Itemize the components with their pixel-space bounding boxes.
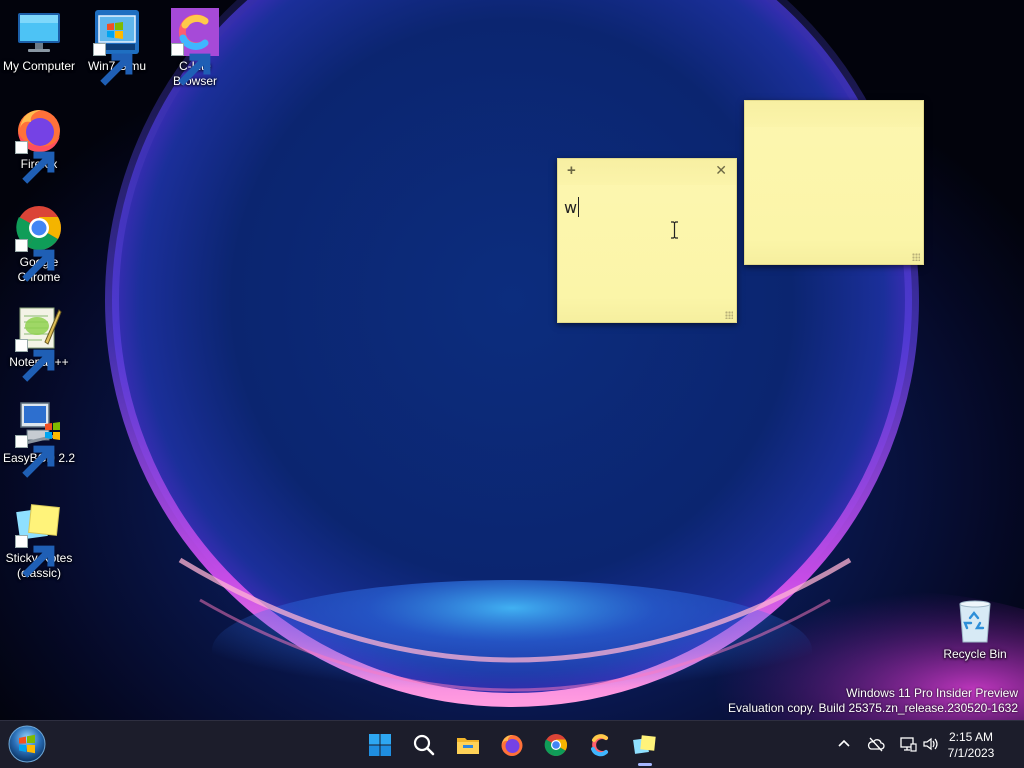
clock-date: 7/1/2023 [947,746,995,760]
sticky-note-1[interactable]: + ✕ w [557,158,737,323]
taskbar-chrome-button[interactable] [540,729,572,761]
file-explorer-icon [457,738,479,754]
sticky-notes-icon [633,735,656,754]
notepadpp-icon [15,304,63,382]
desktop-icon-label: Recycle Bin [943,647,1007,661]
monitor-icon [15,8,63,56]
firefox-icon [501,735,523,756]
chrome-icon [544,734,567,756]
text-caret [578,197,580,217]
easybcd-icon [15,400,63,478]
desktop[interactable]: My Computer Win7 Simu C-Lite Browser Fir… [0,0,1024,768]
shortcut-arrow-icon [15,535,55,578]
clite-browser-icon [171,8,219,86]
ibeam-cursor-icon [671,221,678,239]
shortcut-arrow-icon [15,141,55,184]
windows-watermark: Windows 11 Pro Insider Preview Evaluatio… [728,686,1018,716]
taskbar-clock[interactable]: 2:15 AM 7/1/2023 [936,729,1006,761]
desktop-icon-win7-simu[interactable]: Win7 Simu [78,8,156,86]
chevron-up-icon [838,739,850,747]
network-icon [900,737,917,752]
watermark-edition: Windows 11 Pro Insider Preview [846,686,1018,700]
sticky-note-titlebar[interactable]: + ✕ [558,159,736,185]
taskbar-clite-browser-button[interactable] [584,729,616,761]
start-icon [369,734,391,756]
add-note-button[interactable]: + [567,162,576,179]
firefox-icon [15,106,63,184]
resize-grip[interactable] [725,311,733,319]
desktop-icon-easybcd[interactable]: EasyBCD 2.2 [0,400,78,478]
onedrive-tray-button[interactable] [867,735,885,753]
recycle-bin-icon [951,596,999,644]
active-app-indicator [638,763,652,766]
search-icon [413,734,435,756]
taskbar: 2:15 AM 7/1/2023 [0,720,1024,768]
taskbar-firefox-button[interactable] [496,729,528,761]
taskbar-file-explorer-button[interactable] [452,729,484,761]
desktop-icon-clite-browser[interactable]: C-Lite Browser [156,8,234,89]
start-orb-button[interactable] [7,724,47,764]
win7-simu-icon [93,8,141,86]
desktop-icon-notepadpp[interactable]: Notepad++ [0,304,78,382]
clite-browser-icon [591,734,608,757]
show-hidden-icons-button[interactable] [835,735,853,753]
chrome-icon [15,204,63,282]
taskbar-sticky-notes-button[interactable] [629,729,661,761]
sticky-notes-icon [15,500,63,578]
desktop-icon-firefox[interactable]: Firefox [0,106,78,184]
windows7-orb-icon [8,725,46,763]
sticky-note-titlebar[interactable] [745,101,923,127]
sticky-note-text-value: w [564,198,578,217]
onedrive-offline-icon [867,737,885,752]
shortcut-arrow-icon [15,339,55,382]
taskbar-search-button[interactable] [408,729,440,761]
desktop-icon-recycle-bin[interactable]: Recycle Bin [936,596,1014,662]
desktop-icon-sticky-notes[interactable]: Sticky Notes (classic) [0,500,78,581]
taskbar-start-button[interactable] [364,729,396,761]
resize-grip[interactable] [912,253,920,261]
shortcut-arrow-icon [171,43,211,86]
desktop-icon-google-chrome[interactable]: Google Chrome [0,204,78,285]
desktop-icon-my-computer[interactable]: My Computer [0,8,78,74]
sticky-note-text[interactable]: w [564,197,580,217]
close-note-button[interactable]: ✕ [715,162,727,179]
sticky-note-2[interactable] [744,100,924,265]
desktop-icon-label: My Computer [2,59,76,73]
shortcut-arrow-icon [15,435,55,478]
shortcut-arrow-icon [93,43,133,86]
shortcut-arrow-icon [15,239,55,282]
watermark-build: Evaluation copy. Build 25375.zn_release.… [728,701,1018,715]
clock-time: 2:15 AM [948,730,994,744]
network-tray-button[interactable] [899,735,917,753]
